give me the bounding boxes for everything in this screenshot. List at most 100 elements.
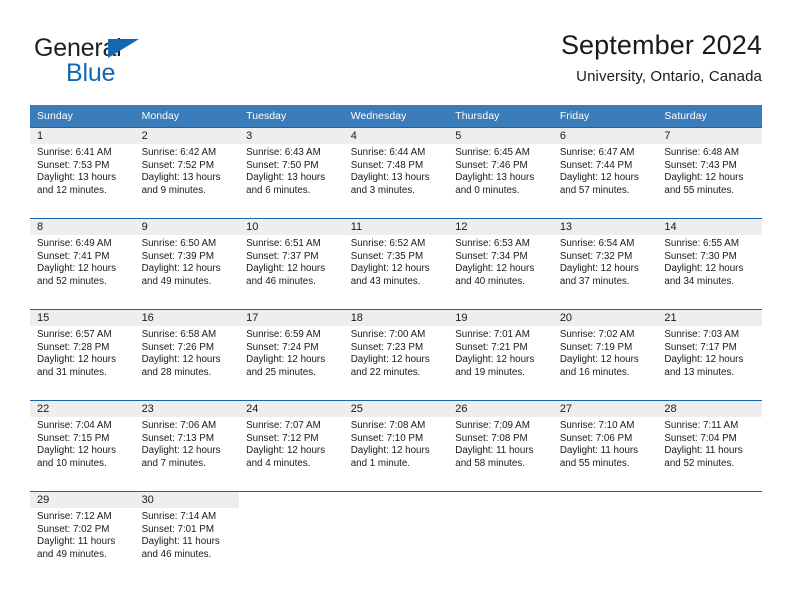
sunrise-text: Sunrise: 7:06 AM — [141, 420, 217, 431]
sunrise-text: Sunrise: 6:50 AM — [141, 238, 217, 249]
day-details: Sunrise: 6:44 AM Sunset: 7:48 PM Dayligh… — [344, 144, 449, 197]
day-number: 2 — [134, 128, 240, 144]
daylight-text-line1: Daylight: 12 hours — [37, 445, 116, 457]
day-cell[interactable]: 26 Sunrise: 7:09 AM Sunset: 7:08 PM Dayl… — [448, 400, 553, 492]
day-cell[interactable]: 18 Sunrise: 7:00 AM Sunset: 7:23 PM Dayl… — [343, 309, 449, 401]
daylight-text-line1: Daylight: 12 hours — [37, 354, 116, 366]
day-number: 23 — [134, 401, 240, 417]
day-cell[interactable]: 1 Sunrise: 6:41 AM Sunset: 7:53 PM Dayli… — [30, 127, 135, 219]
day-details: Sunrise: 7:09 AM Sunset: 7:08 PM Dayligh… — [448, 417, 553, 470]
day-cell[interactable]: 9 Sunrise: 6:50 AM Sunset: 7:39 PM Dayli… — [134, 218, 240, 310]
day-number: 27 — [552, 401, 658, 417]
daylight-text-line2: and 46 minutes. — [141, 548, 212, 560]
daylight-text-line2: and 7 minutes. — [141, 457, 206, 469]
day-number — [657, 492, 762, 508]
sunrise-text: Sunrise: 7:14 AM — [141, 511, 217, 522]
sunset-text: Sunset: 7:50 PM — [246, 159, 319, 171]
weekday-header-row: Sunday Monday Tuesday Wednesday Thursday… — [30, 105, 762, 128]
day-cell[interactable]: 29 Sunrise: 7:12 AM Sunset: 7:02 PM Dayl… — [30, 491, 135, 582]
sunset-text: Sunset: 7:39 PM — [141, 250, 214, 262]
day-cell[interactable]: 14 Sunrise: 6:55 AM Sunset: 7:30 PM Dayl… — [657, 218, 762, 310]
daylight-text-line1: Daylight: 12 hours — [559, 263, 639, 275]
day-cell[interactable]: 24 Sunrise: 7:07 AM Sunset: 7:12 PM Dayl… — [239, 400, 344, 492]
daylight-text-line2: and 12 minutes. — [37, 184, 107, 196]
day-cell[interactable]: 23 Sunrise: 7:06 AM Sunset: 7:13 PM Dayl… — [134, 400, 240, 492]
day-number: 16 — [134, 310, 240, 326]
daylight-text-line1: Daylight: 13 hours — [455, 172, 535, 184]
sunrise-text: Sunrise: 6:51 AM — [246, 238, 321, 249]
day-cell[interactable]: 3 Sunrise: 6:43 AM Sunset: 7:50 PM Dayli… — [239, 127, 344, 219]
day-cell[interactable]: 30 Sunrise: 7:14 AM Sunset: 7:01 PM Dayl… — [134, 491, 240, 582]
day-cell[interactable]: 20 Sunrise: 7:02 AM Sunset: 7:19 PM Dayl… — [552, 309, 658, 401]
weekday-header-thursday: Thursday — [448, 105, 553, 128]
day-number: 20 — [552, 310, 658, 326]
day-cell[interactable]: 5 Sunrise: 6:45 AM Sunset: 7:46 PM Dayli… — [448, 127, 553, 219]
day-cell[interactable]: 25 Sunrise: 7:08 AM Sunset: 7:10 PM Dayl… — [343, 400, 449, 492]
general-blue-logo[interactable]: General Blue — [34, 34, 214, 90]
day-cell[interactable]: 27 Sunrise: 7:10 AM Sunset: 7:06 PM Dayl… — [552, 400, 658, 492]
day-cell[interactable]: 6 Sunrise: 6:47 AM Sunset: 7:44 PM Dayli… — [552, 127, 658, 219]
day-cell[interactable]: 2 Sunrise: 6:42 AM Sunset: 7:52 PM Dayli… — [134, 127, 240, 219]
day-details: Sunrise: 7:12 AM Sunset: 7:02 PM Dayligh… — [30, 508, 135, 561]
day-cell[interactable]: 17 Sunrise: 6:59 AM Sunset: 7:24 PM Dayl… — [239, 309, 344, 401]
day-number — [448, 492, 553, 508]
sunset-text: Sunset: 7:13 PM — [141, 432, 214, 444]
weekday-header-sunday: Sunday — [30, 105, 135, 128]
day-cell[interactable]: 11 Sunrise: 6:52 AM Sunset: 7:35 PM Dayl… — [343, 218, 449, 310]
calendar-week-row: 1 Sunrise: 6:41 AM Sunset: 7:53 PM Dayli… — [30, 127, 762, 219]
day-cell[interactable]: 4 Sunrise: 6:44 AM Sunset: 7:48 PM Dayli… — [343, 127, 449, 219]
logo-triangle-icon — [108, 39, 139, 58]
day-cell[interactable]: 21 Sunrise: 7:03 AM Sunset: 7:17 PM Dayl… — [657, 309, 762, 401]
day-cell[interactable]: 22 Sunrise: 7:04 AM Sunset: 7:15 PM Dayl… — [30, 400, 135, 492]
sunset-text: Sunset: 7:34 PM — [455, 250, 528, 262]
sunset-text: Sunset: 7:23 PM — [350, 341, 424, 353]
day-details: Sunrise: 6:45 AM Sunset: 7:46 PM Dayligh… — [448, 144, 553, 197]
daylight-text-line1: Daylight: 13 hours — [37, 172, 116, 184]
day-cell[interactable]: 19 Sunrise: 7:01 AM Sunset: 7:21 PM Dayl… — [448, 309, 553, 401]
day-details: Sunrise: 6:47 AM Sunset: 7:44 PM Dayligh… — [553, 144, 658, 197]
day-details: Sunrise: 7:06 AM Sunset: 7:13 PM Dayligh… — [135, 417, 240, 470]
day-number: 11 — [343, 219, 449, 235]
day-number: 21 — [657, 310, 762, 326]
day-number: 3 — [239, 128, 344, 144]
day-cell[interactable]: 12 Sunrise: 6:53 AM Sunset: 7:34 PM Dayl… — [448, 218, 553, 310]
sunrise-text: Sunrise: 7:01 AM — [455, 329, 530, 340]
day-number: 30 — [134, 492, 240, 508]
daylight-text-line1: Daylight: 12 hours — [350, 263, 430, 275]
day-cell[interactable]: 7 Sunrise: 6:48 AM Sunset: 7:43 PM Dayli… — [657, 127, 762, 219]
day-details: Sunrise: 6:41 AM Sunset: 7:53 PM Dayligh… — [30, 144, 135, 197]
daylight-text-line1: Daylight: 12 hours — [141, 445, 221, 457]
daylight-text-line1: Daylight: 12 hours — [350, 445, 430, 457]
daylight-text-line1: Daylight: 11 hours — [664, 445, 743, 457]
day-cell-empty — [448, 491, 553, 582]
sunrise-text: Sunrise: 6:44 AM — [350, 147, 426, 158]
day-cell[interactable]: 10 Sunrise: 6:51 AM Sunset: 7:37 PM Dayl… — [239, 218, 344, 310]
day-details: Sunrise: 6:58 AM Sunset: 7:26 PM Dayligh… — [135, 326, 240, 379]
sunrise-text: Sunrise: 7:10 AM — [559, 420, 635, 431]
sunrise-text: Sunrise: 6:53 AM — [455, 238, 530, 249]
day-details: Sunrise: 7:10 AM Sunset: 7:06 PM Dayligh… — [553, 417, 658, 470]
daylight-text-line1: Daylight: 11 hours — [141, 536, 220, 548]
daylight-text-line2: and 10 minutes. — [37, 457, 107, 469]
daylight-text-line1: Daylight: 12 hours — [246, 263, 326, 275]
day-details: Sunrise: 7:07 AM Sunset: 7:12 PM Dayligh… — [239, 417, 344, 470]
day-details: Sunrise: 7:14 AM Sunset: 7:01 PM Dayligh… — [135, 508, 240, 561]
daylight-text-line1: Daylight: 12 hours — [559, 172, 639, 184]
day-cell[interactable]: 28 Sunrise: 7:11 AM Sunset: 7:04 PM Dayl… — [657, 400, 762, 492]
sunset-text: Sunset: 7:32 PM — [559, 250, 633, 262]
daylight-text-line2: and 3 minutes. — [350, 184, 415, 196]
daylight-text-line1: Daylight: 11 hours — [455, 445, 534, 457]
daylight-text-line1: Daylight: 12 hours — [664, 263, 744, 275]
daylight-text-line2: and 55 minutes. — [664, 184, 735, 196]
day-cell[interactable]: 13 Sunrise: 6:54 AM Sunset: 7:32 PM Dayl… — [552, 218, 658, 310]
calendar-week-row: 29 Sunrise: 7:12 AM Sunset: 7:02 PM Dayl… — [30, 491, 762, 582]
day-number: 5 — [448, 128, 553, 144]
sunset-text: Sunset: 7:35 PM — [350, 250, 424, 262]
sunset-text: Sunset: 7:15 PM — [37, 432, 110, 444]
daylight-text-line2: and 49 minutes. — [37, 548, 107, 560]
day-cell[interactable]: 15 Sunrise: 6:57 AM Sunset: 7:28 PM Dayl… — [30, 309, 135, 401]
day-cell[interactable]: 16 Sunrise: 6:58 AM Sunset: 7:26 PM Dayl… — [134, 309, 240, 401]
day-number — [239, 492, 344, 508]
daylight-text-line2: and 37 minutes. — [559, 275, 630, 287]
day-cell[interactable]: 8 Sunrise: 6:49 AM Sunset: 7:41 PM Dayli… — [30, 218, 135, 310]
